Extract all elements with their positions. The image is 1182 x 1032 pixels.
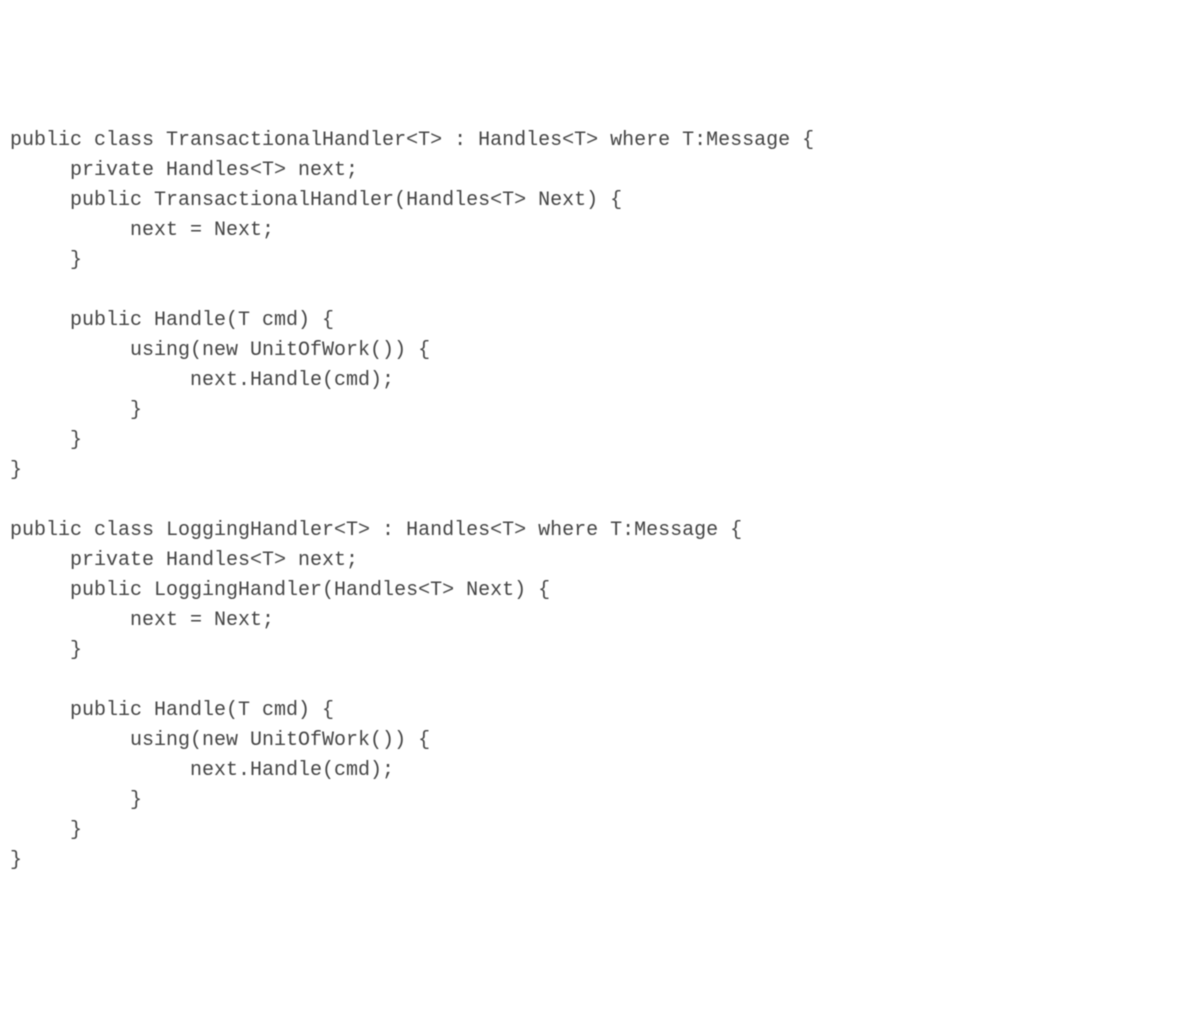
code-line: private Handles<T> next; [10, 156, 1172, 186]
code-line [10, 666, 1172, 696]
code-line: } [10, 846, 1172, 876]
code-line: } [10, 816, 1172, 846]
code-line: next = Next; [10, 216, 1172, 246]
code-line: public LoggingHandler(Handles<T> Next) { [10, 576, 1172, 606]
code-line: public class LoggingHandler<T> : Handles… [10, 516, 1172, 546]
code-line: public TransactionalHandler(Handles<T> N… [10, 186, 1172, 216]
code-line: public class TransactionalHandler<T> : H… [10, 126, 1172, 156]
code-line: } [10, 246, 1172, 276]
code-line: using(new UnitOfWork()) { [10, 336, 1172, 366]
code-line: next.Handle(cmd); [10, 756, 1172, 786]
code-line: using(new UnitOfWork()) { [10, 726, 1172, 756]
code-line: } [10, 636, 1172, 666]
code-line: } [10, 426, 1172, 456]
code-line [10, 276, 1172, 306]
code-line: next.Handle(cmd); [10, 366, 1172, 396]
code-line: next = Next; [10, 606, 1172, 636]
code-line: private Handles<T> next; [10, 546, 1172, 576]
code-line: public Handle(T cmd) { [10, 306, 1172, 336]
code-line [10, 486, 1172, 516]
code-line: } [10, 786, 1172, 816]
code-line: public Handle(T cmd) { [10, 696, 1172, 726]
code-block: public class TransactionalHandler<T> : H… [10, 126, 1172, 876]
code-line: } [10, 456, 1172, 486]
code-line: } [10, 396, 1172, 426]
